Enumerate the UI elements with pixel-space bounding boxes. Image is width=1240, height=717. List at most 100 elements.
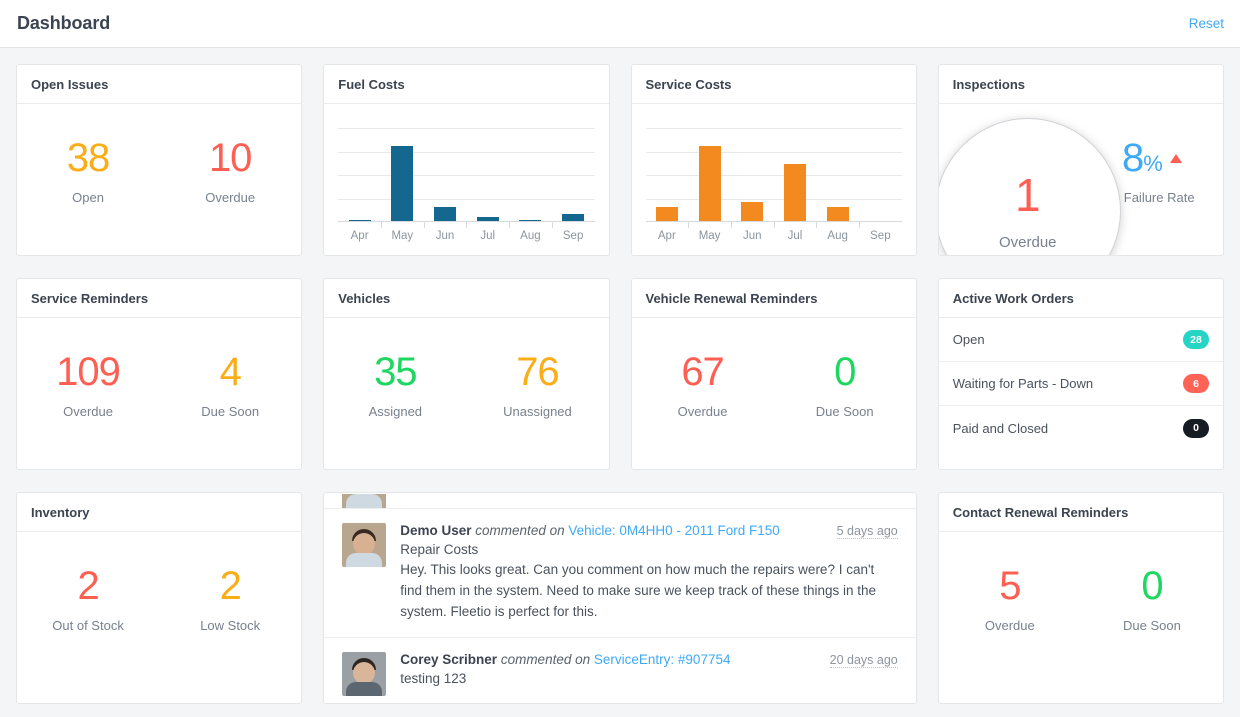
chart-bar[interactable] xyxy=(477,217,499,222)
chart-bars xyxy=(646,128,902,221)
card-inspections[interactable]: Inspections 1 Overdue 8 % m Failure Rate… xyxy=(938,64,1224,256)
card-body: 2 Out of Stock 2 Low Stock xyxy=(17,532,301,683)
card-vehicle-renewal-reminders[interactable]: Vehicle Renewal Reminders 67 Overdue 0 D… xyxy=(631,278,917,470)
stat-overdue[interactable]: 5 Overdue xyxy=(939,566,1081,633)
trend-up-icon xyxy=(1170,154,1182,163)
card-service-costs[interactable]: Service Costs AprMayJunJulAugSep xyxy=(631,64,917,256)
chart-bar-column[interactable] xyxy=(552,128,595,221)
page-title: Dashboard xyxy=(17,13,110,34)
card-title: Contact Renewal Reminders xyxy=(953,505,1129,520)
stat-due-soon[interactable]: 0 Due Soon xyxy=(1081,566,1223,633)
status-badge: 0 xyxy=(1183,419,1209,438)
work-order-row[interactable]: Waiting for Parts - Down 6 xyxy=(939,362,1223,406)
stat-value: 109 xyxy=(17,352,159,392)
stat-low-stock[interactable]: 2 Low Stock xyxy=(159,566,301,633)
work-order-row[interactable]: Open 28 xyxy=(939,318,1223,362)
avatar xyxy=(342,494,386,508)
chart-bar-column[interactable] xyxy=(816,128,859,221)
chart-bar[interactable] xyxy=(784,164,806,221)
stat-value: 76 xyxy=(466,352,608,392)
stat-value: 1 xyxy=(939,138,1081,178)
stat-label: Overdue xyxy=(17,404,159,419)
stat-label: Overdue xyxy=(632,404,774,419)
comment-author: Corey Scribner xyxy=(400,652,497,667)
card-activity-feed[interactable]: Demo User commented on Vehicle: 0M4HH0 -… xyxy=(323,492,917,704)
chart-bar-column[interactable] xyxy=(466,128,509,221)
work-order-label: Waiting for Parts - Down xyxy=(953,376,1093,391)
stat-unassigned[interactable]: 76 Unassigned xyxy=(466,352,608,419)
chart-bar-column[interactable] xyxy=(509,128,552,221)
chart-bar[interactable] xyxy=(827,207,849,221)
chart-bar[interactable] xyxy=(519,220,541,222)
chart-bar-column[interactable] xyxy=(731,128,774,221)
comment-target-link[interactable]: Vehicle: 0M4HH0 - 2011 Ford F150 xyxy=(568,523,779,538)
stat-label: Open xyxy=(17,190,159,205)
activity-feed-scroll[interactable]: Demo User commented on Vehicle: 0M4HH0 -… xyxy=(324,493,916,704)
card-vehicles[interactable]: Vehicles 35 Assigned 76 Unassigned xyxy=(323,278,609,470)
stat-due-soon[interactable]: 4 Due Soon xyxy=(159,352,301,419)
chart-x-tick: May xyxy=(381,222,424,242)
card-active-work-orders[interactable]: Active Work Orders Open 28 Waiting for P… xyxy=(938,278,1224,470)
stat-overdue[interactable]: 1 Overdue xyxy=(939,138,1081,205)
stat-overdue[interactable]: 10 Overdue xyxy=(159,138,301,205)
stat-label: Due Soon xyxy=(774,404,916,419)
status-badge: 6 xyxy=(1183,374,1209,393)
stat-label: Assigned xyxy=(324,404,466,419)
avatar-body xyxy=(346,682,382,696)
stat-out-of-stock[interactable]: 2 Out of Stock xyxy=(17,566,159,633)
card-title: Service Costs xyxy=(646,77,732,92)
work-order-label: Paid and Closed xyxy=(953,421,1048,436)
list-item-content: Demo User commented on Vehicle: 0M4HH0 -… xyxy=(400,523,898,623)
chart-bar-column[interactable] xyxy=(646,128,689,221)
card-body: AprMayJunJulAugSep xyxy=(632,104,916,255)
chart-bar[interactable] xyxy=(741,202,763,221)
chart-bar[interactable] xyxy=(434,207,456,221)
list-item[interactable]: Corey Scribner commented on ServiceEntry… xyxy=(324,638,916,704)
comment-subject: testing 123 xyxy=(400,671,898,686)
chart-bar-column[interactable] xyxy=(381,128,424,221)
stat-assigned[interactable]: 35 Assigned xyxy=(324,352,466,419)
chart-x-tick: Aug xyxy=(509,222,552,242)
chart-bar[interactable] xyxy=(349,220,371,222)
chart-bar-column[interactable] xyxy=(859,128,902,221)
card-service-reminders[interactable]: Service Reminders 109 Overdue 4 Due Soon xyxy=(16,278,302,470)
stat-label: Overdue xyxy=(939,618,1081,633)
stat-value: 10 xyxy=(159,138,301,178)
chart-bar-column[interactable] xyxy=(774,128,817,221)
fuel-costs-chart[interactable]: AprMayJunJulAugSep xyxy=(324,104,608,255)
stat-overdue[interactable]: 109 Overdue xyxy=(17,352,159,419)
card-title: Inventory xyxy=(31,505,90,520)
chart-bar[interactable] xyxy=(562,214,584,221)
chart-bar-column[interactable] xyxy=(424,128,467,221)
reset-link[interactable]: Reset xyxy=(1189,16,1224,31)
stat-value: 2 xyxy=(17,566,159,606)
service-costs-chart[interactable]: AprMayJunJulAugSep xyxy=(632,104,916,255)
card-open-issues[interactable]: Open Issues 38 Open 10 Overdue xyxy=(16,64,302,256)
stat-item-failure-rate[interactable]: 8 % m Failure Rate xyxy=(1081,138,1223,205)
chart-bar-column[interactable] xyxy=(688,128,731,221)
stat-value: 4 xyxy=(159,352,301,392)
card-header: Inspections xyxy=(939,65,1223,104)
stat-value: 5 xyxy=(939,566,1081,606)
chart-bar-column[interactable] xyxy=(338,128,381,221)
list-item[interactable]: Demo User commented on Vehicle: 0M4HH0 -… xyxy=(324,509,916,638)
stat-overdue[interactable]: 67 Overdue xyxy=(632,352,774,419)
stat-value: 35 xyxy=(324,352,466,392)
chart-x-tick: Sep xyxy=(859,222,902,242)
chart-bar[interactable] xyxy=(656,207,678,221)
list-item-partial[interactable] xyxy=(324,493,916,509)
stat-open[interactable]: 38 Open xyxy=(17,138,159,205)
chart-bar[interactable] xyxy=(699,146,721,221)
stat-due-soon[interactable]: 0 Due Soon xyxy=(774,352,916,419)
card-contact-renewal-reminders[interactable]: Contact Renewal Reminders 5 Overdue 0 Du… xyxy=(938,492,1224,704)
card-inventory[interactable]: Inventory 2 Out of Stock 2 Low Stock xyxy=(16,492,302,704)
avatar-body xyxy=(346,553,382,567)
chart-bar[interactable] xyxy=(391,146,413,221)
work-order-row[interactable]: Paid and Closed 0 xyxy=(939,406,1223,450)
comment-target-link[interactable]: ServiceEntry: #907754 xyxy=(594,652,731,667)
list-item-heading-text: Corey Scribner commented on ServiceEntry… xyxy=(400,652,730,667)
stat-label: Unassigned xyxy=(466,404,608,419)
status-badge: 28 xyxy=(1183,330,1209,349)
card-fuel-costs[interactable]: Fuel Costs AprMayJunJulAugSep xyxy=(323,64,609,256)
chart-x-tick: Jun xyxy=(424,222,467,242)
